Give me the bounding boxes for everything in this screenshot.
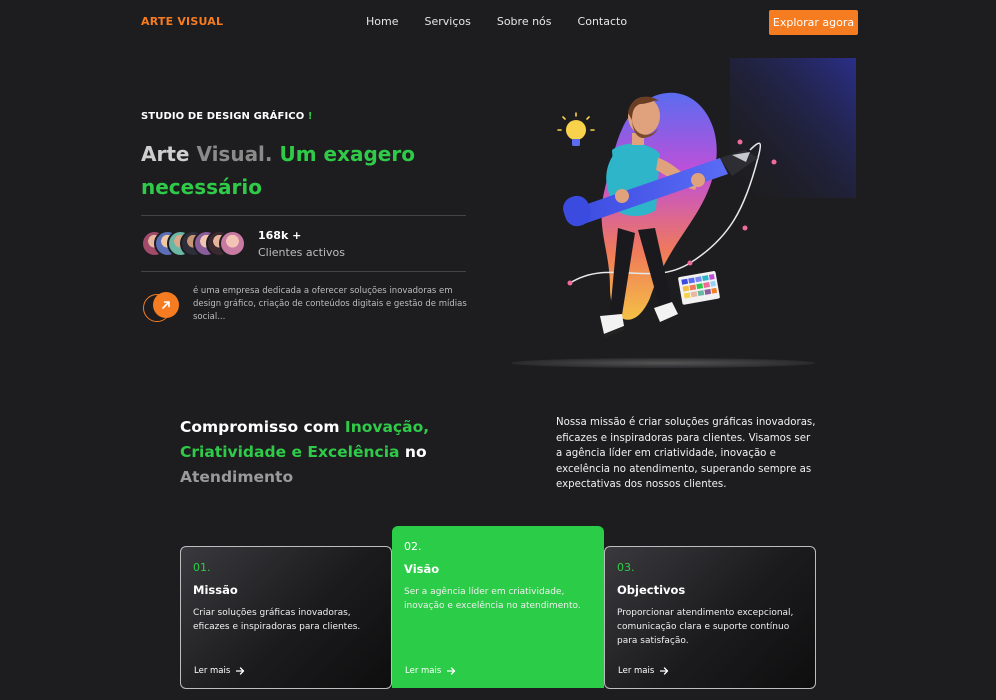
hero-title: Arte Visual. Um exagero necessário	[141, 138, 441, 204]
card-title: Visão	[404, 562, 440, 576]
hero-eyebrow: STUDIO DE DESIGN GRÁFICO !	[141, 111, 313, 122]
color-swatch-icon	[678, 271, 720, 305]
card-objectivos: 03. Objectivos Proporcionar atendimento …	[604, 546, 816, 689]
commitment-heading-d: Atendimento	[180, 468, 294, 486]
card-number: 02.	[404, 540, 422, 553]
client-avatars	[141, 230, 251, 258]
read-more-link[interactable]: Ler mais	[618, 666, 669, 676]
arrow-right-icon	[447, 667, 456, 675]
card-title: Objectivos	[617, 583, 686, 597]
clients-label: Clientes activos	[258, 246, 345, 259]
read-more-link[interactable]: Ler mais	[405, 666, 456, 676]
card-description: Criar soluções gráficas inovadoras, efic…	[193, 608, 361, 632]
avatar	[219, 230, 246, 257]
commitment-heading-a: Compromisso com	[180, 418, 345, 436]
card-description: Ser a agência líder em criatividade, ino…	[404, 587, 581, 611]
brand-logo[interactable]: ARTE VISUAL	[141, 15, 223, 28]
hero-illustration	[500, 58, 856, 370]
hero-title-part1: Arte	[141, 142, 197, 166]
nav-link-contacto[interactable]: Contacto	[578, 15, 628, 28]
commitment-heading: Compromisso com Inovação, Criatividade e…	[180, 415, 440, 490]
hero-title-part2: Visual.	[196, 142, 273, 166]
arrow-right-icon	[660, 667, 669, 675]
lightbulb-icon	[557, 112, 595, 146]
nav-link-home[interactable]: Home	[366, 15, 398, 28]
hero-eyebrow-text: STUDIO DE DESIGN GRÁFICO	[141, 111, 305, 122]
learn-more-arrow-button[interactable]	[143, 292, 179, 322]
commitment-heading-c: no	[399, 443, 427, 461]
nav-link-sobre-nos[interactable]: Sobre nós	[497, 15, 552, 28]
divider	[141, 271, 466, 272]
top-navbar: ARTE VISUAL Home Serviços Sobre nós Cont…	[0, 0, 996, 44]
card-description: Proporcionar atendimento excepcional, co…	[617, 608, 794, 646]
read-more-label: Ler mais	[618, 666, 655, 676]
card-number: 01.	[193, 561, 211, 574]
arrow-right-icon	[236, 667, 245, 675]
nav-links: Home Serviços Sobre nós Contacto	[366, 15, 627, 28]
card-visao: 02. Visão Ser a agência líder em criativ…	[392, 526, 604, 688]
card-title: Missão	[193, 583, 238, 597]
arrow-up-right-icon	[153, 292, 179, 318]
explore-now-button[interactable]: Explorar agora	[769, 10, 858, 35]
card-number: 03.	[617, 561, 635, 574]
read-more-link[interactable]: Ler mais	[194, 666, 245, 676]
clients-count: 168k +	[258, 229, 302, 242]
card-missao: 01. Missão Criar soluções gráficas inova…	[180, 546, 392, 689]
hero-eyebrow-mark: !	[307, 111, 313, 122]
read-more-label: Ler mais	[405, 666, 442, 676]
divider	[141, 215, 466, 216]
nav-link-servicos[interactable]: Serviços	[424, 15, 470, 28]
mission-statement: Nossa missão é criar soluções gráficas i…	[556, 417, 816, 491]
read-more-label: Ler mais	[194, 666, 231, 676]
about-description: é uma empresa dedicada a oferecer soluçõ…	[193, 286, 467, 322]
